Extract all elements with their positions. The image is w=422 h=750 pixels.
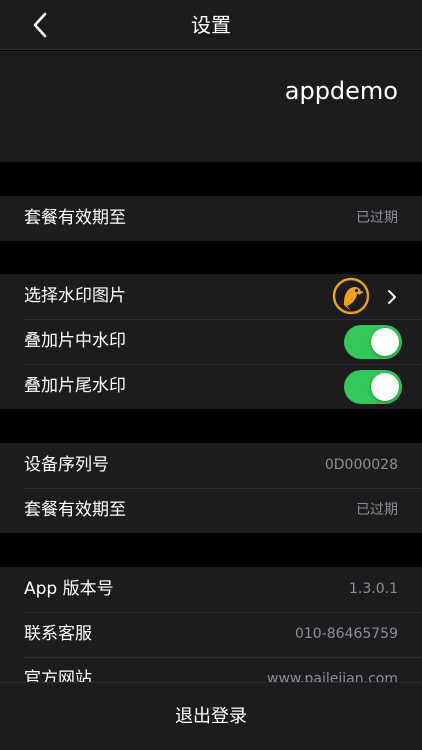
row-value: 已过期	[356, 210, 398, 226]
row-value: 已过期	[356, 502, 398, 518]
row-label: 套餐有效期至	[24, 208, 126, 228]
toggle-knob	[371, 373, 399, 401]
navigation-bar: 设置	[0, 0, 422, 50]
row-label: App 版本号	[24, 579, 114, 599]
select-watermark-row[interactable]: 选择水印图片	[0, 274, 422, 319]
logout-label: 退出登录	[175, 706, 247, 727]
plan-group: 套餐有效期至 已过期	[0, 196, 422, 241]
customer-service-row[interactable]: 联系客服 010-86465759	[0, 612, 422, 657]
row-label: 选择水印图片	[24, 286, 126, 306]
page-title: 设置	[191, 13, 231, 37]
settings-screen: 设置 appdemo 套餐有效期至 已过期 选择水印图片 叠加片中水印 叠加片尾…	[0, 0, 422, 750]
row-value: 0D000028	[324, 457, 398, 473]
chevron-right-icon	[388, 290, 396, 304]
watermark-group: 选择水印图片 叠加片中水印 叠加片尾水印	[0, 274, 422, 409]
row-value: 1.3.0.1	[349, 581, 398, 597]
row-value: 010-86465759	[294, 626, 398, 642]
device-group: 设备序列号 0D000028 套餐有效期至 已过期	[0, 443, 422, 533]
row-label: 套餐有效期至	[24, 500, 126, 520]
tail-watermark-toggle[interactable]	[344, 370, 402, 404]
account-header: appdemo	[0, 51, 422, 162]
mid-watermark-toggle[interactable]	[344, 325, 402, 359]
mid-watermark-row: 叠加片中水印	[0, 319, 422, 364]
device-plan-expiry-row: 套餐有效期至 已过期	[0, 488, 422, 533]
plan-expiry-row: 套餐有效期至 已过期	[0, 196, 422, 241]
row-label: 联系客服	[24, 624, 92, 644]
toggle-knob	[371, 328, 399, 356]
logout-button[interactable]: 退出登录	[0, 682, 422, 750]
row-label: 叠加片中水印	[24, 331, 126, 351]
app-version-row: App 版本号 1.3.0.1	[0, 567, 422, 612]
parrot-logo-icon	[332, 277, 370, 315]
device-serial-row: 设备序列号 0D000028	[0, 443, 422, 488]
account-name: appdemo	[284, 77, 398, 105]
row-label: 设备序列号	[24, 455, 109, 475]
tail-watermark-row: 叠加片尾水印	[0, 364, 422, 409]
row-label: 叠加片尾水印	[24, 376, 126, 396]
